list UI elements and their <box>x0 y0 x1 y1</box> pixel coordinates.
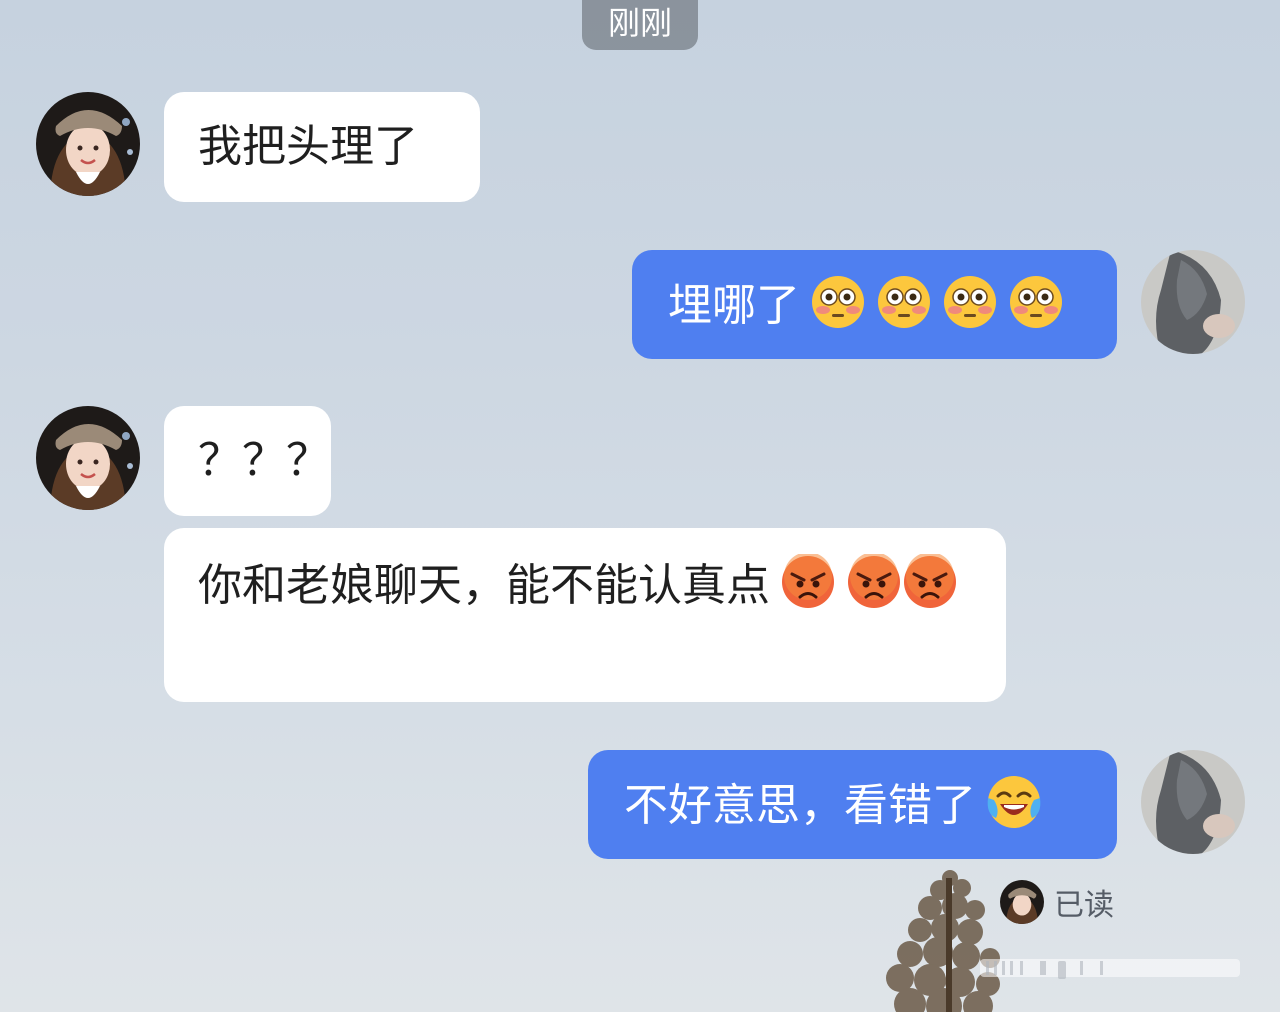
flushed-face-icon <box>942 274 998 330</box>
message-bubble-outgoing[interactable]: 埋哪了 <box>632 250 1117 359</box>
message-bubble-incoming[interactable]: 我把头理了 <box>164 92 480 202</box>
timestamp-label: 刚刚 <box>607 4 672 42</box>
message-text: 你和老娘聊天，能不能认真点 <box>198 560 770 611</box>
angry-face-icon <box>780 554 836 610</box>
message-bubble-outgoing[interactable]: 不好意思，看错了 <box>588 750 1117 859</box>
contact-avatar[interactable] <box>36 406 140 510</box>
crying-laughing-face-icon <box>986 774 1042 830</box>
read-receipt: 已读 <box>1000 880 1114 924</box>
flushed-face-icon <box>1008 274 1064 330</box>
watermark <box>980 959 1240 979</box>
self-avatar[interactable] <box>1141 750 1245 854</box>
message-text: ？？？ <box>198 435 330 486</box>
flushed-face-icon <box>876 274 932 330</box>
angry-face-icon <box>846 554 902 610</box>
message-text: 我把头理了 <box>198 121 418 172</box>
message-bubble-incoming[interactable]: ？？？ <box>164 406 331 516</box>
message-bubble-incoming[interactable]: 你和老娘聊天，能不能认真点 <box>164 528 1006 702</box>
message-text: 不好意思，看错了 <box>624 780 976 831</box>
flushed-face-icon <box>810 274 866 330</box>
read-status-label: 已读 <box>1054 888 1114 923</box>
message-text: 埋哪了 <box>668 280 800 331</box>
read-avatar <box>1000 880 1044 924</box>
angry-face-icon <box>902 554 958 610</box>
timestamp-pill: 刚刚 <box>582 0 698 50</box>
contact-avatar[interactable] <box>36 92 140 196</box>
self-avatar[interactable] <box>1141 250 1245 354</box>
